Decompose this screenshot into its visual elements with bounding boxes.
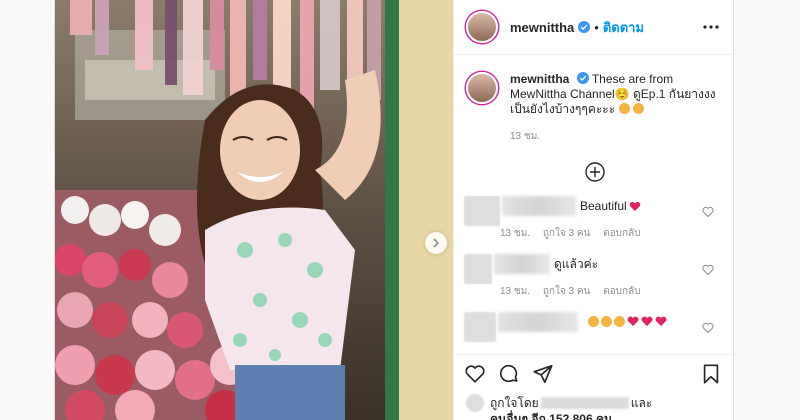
more-options-button[interactable]	[699, 15, 723, 39]
comment-icon	[499, 364, 518, 382]
post-sidebar: mewnittha • ติดตาม mewnittha These are f…	[453, 0, 733, 420]
comment-like-heart-icon[interactable]	[702, 264, 714, 276]
smiling-face-emoji-icon	[601, 316, 612, 327]
save-button[interactable]	[700, 363, 724, 387]
smiling-face-emoji-icon	[614, 316, 625, 327]
more-options-icon	[703, 25, 719, 29]
share-icon	[533, 364, 553, 383]
plus-circle-icon	[585, 162, 605, 182]
post-header: mewnittha • ติดตาม	[454, 0, 733, 55]
likes-summary[interactable]: ถูกใจโดย และ คนอื่นๆ อีก 152,806 คน	[466, 394, 652, 420]
likes-count: 152,806	[549, 412, 593, 420]
smiling-face-emoji-icon	[618, 103, 630, 114]
comment-likes[interactable]: ถูกใจ 3 คน	[543, 286, 591, 297]
next-photo-button[interactable]	[425, 232, 447, 254]
comment-button[interactable]	[498, 363, 522, 387]
post-actions	[454, 354, 733, 394]
and-label: และ	[630, 396, 653, 410]
verified-badge-icon	[576, 72, 589, 84]
liker-avatar-blurred	[466, 394, 484, 412]
comment-emoji-row	[588, 316, 667, 327]
page-background: mewnittha • ติดตาม mewnittha These are f…	[0, 0, 800, 420]
comment-text: ดูแล้วค่ะ	[554, 257, 599, 271]
caption-body: mewnittha These are from MewNittha Chann…	[510, 72, 724, 144]
photo-illustration	[55, 0, 453, 420]
like-button[interactable]	[464, 363, 488, 387]
avatar[interactable]	[466, 11, 498, 43]
verified-badge-icon	[578, 21, 591, 33]
comment-meta: 13 ชม. ถูกใจ 3 คน ตอบกลับ	[500, 284, 651, 299]
post-photo[interactable]	[55, 0, 453, 420]
others-prefix: คนอื่นๆ อีก	[490, 412, 546, 420]
reply-button[interactable]: ตอบกลับ	[603, 286, 640, 297]
share-button[interactable]	[532, 363, 556, 387]
heart-emoji-icon	[629, 202, 640, 211]
caption-timestamp: 13 ชม.	[510, 131, 541, 142]
comment-like-heart-icon[interactable]	[702, 322, 714, 334]
post-card: mewnittha • ติดตาม mewnittha These are f…	[54, 0, 734, 420]
liked-by-label: ถูกใจโดย	[490, 396, 539, 410]
comment-meta: 13 ชม. ถูกใจ 3 คน ตอบกลับ	[500, 226, 651, 241]
comment-time: 13 ชม.	[500, 228, 531, 239]
reply-button[interactable]: ตอบกลับ	[603, 228, 640, 239]
comment-item	[454, 312, 733, 354]
smiling-face-emoji-icon	[588, 316, 599, 327]
bookmark-icon	[703, 363, 719, 384]
caption: mewnittha These are from MewNittha Chann…	[454, 56, 733, 144]
commenter-avatar-blurred	[464, 312, 496, 342]
caption-avatar[interactable]	[466, 72, 498, 104]
red-heart-emoji-icon	[655, 316, 667, 326]
caption-username[interactable]: mewnittha	[510, 72, 569, 86]
comments-section: mewnittha These are from MewNittha Chann…	[454, 56, 733, 354]
commenter-avatar-blurred	[464, 254, 492, 284]
likes-first-line: ถูกใจโดย และ	[466, 394, 652, 412]
liker-name-blurred	[540, 397, 629, 409]
separator-dot: •	[594, 19, 599, 35]
comment-item: Beautiful 13 ชม. ถูกใจ 3 คน ตอบกลับ	[454, 196, 733, 254]
smiling-face-emoji-icon	[632, 103, 644, 114]
load-more-comments-button[interactable]	[454, 162, 733, 182]
chevron-right-icon	[433, 238, 440, 248]
red-heart-emoji-icon	[627, 316, 639, 326]
commenter-name-blurred	[498, 312, 578, 332]
username[interactable]: mewnittha	[510, 20, 574, 35]
comment-time: 13 ชม.	[500, 286, 531, 297]
likes-second-line: คนอื่นๆ อีก 152,806 คน	[466, 412, 652, 420]
red-heart-emoji-icon	[641, 316, 653, 326]
commenter-avatar-blurred	[464, 196, 500, 226]
heart-icon	[465, 364, 485, 383]
commenter-name-blurred	[494, 254, 550, 274]
comment-item: ดูแล้วค่ะ 13 ชม. ถูกใจ 3 คน ตอบกลับ	[454, 254, 733, 312]
comment-like-heart-icon[interactable]	[702, 206, 714, 218]
comment-likes[interactable]: ถูกใจ 3 คน	[543, 228, 591, 239]
likes-suffix: คน	[595, 412, 613, 420]
comment-text: Beautiful	[580, 199, 627, 213]
follow-button[interactable]: ติดตาม	[603, 17, 644, 38]
commenter-name-blurred	[502, 196, 576, 216]
